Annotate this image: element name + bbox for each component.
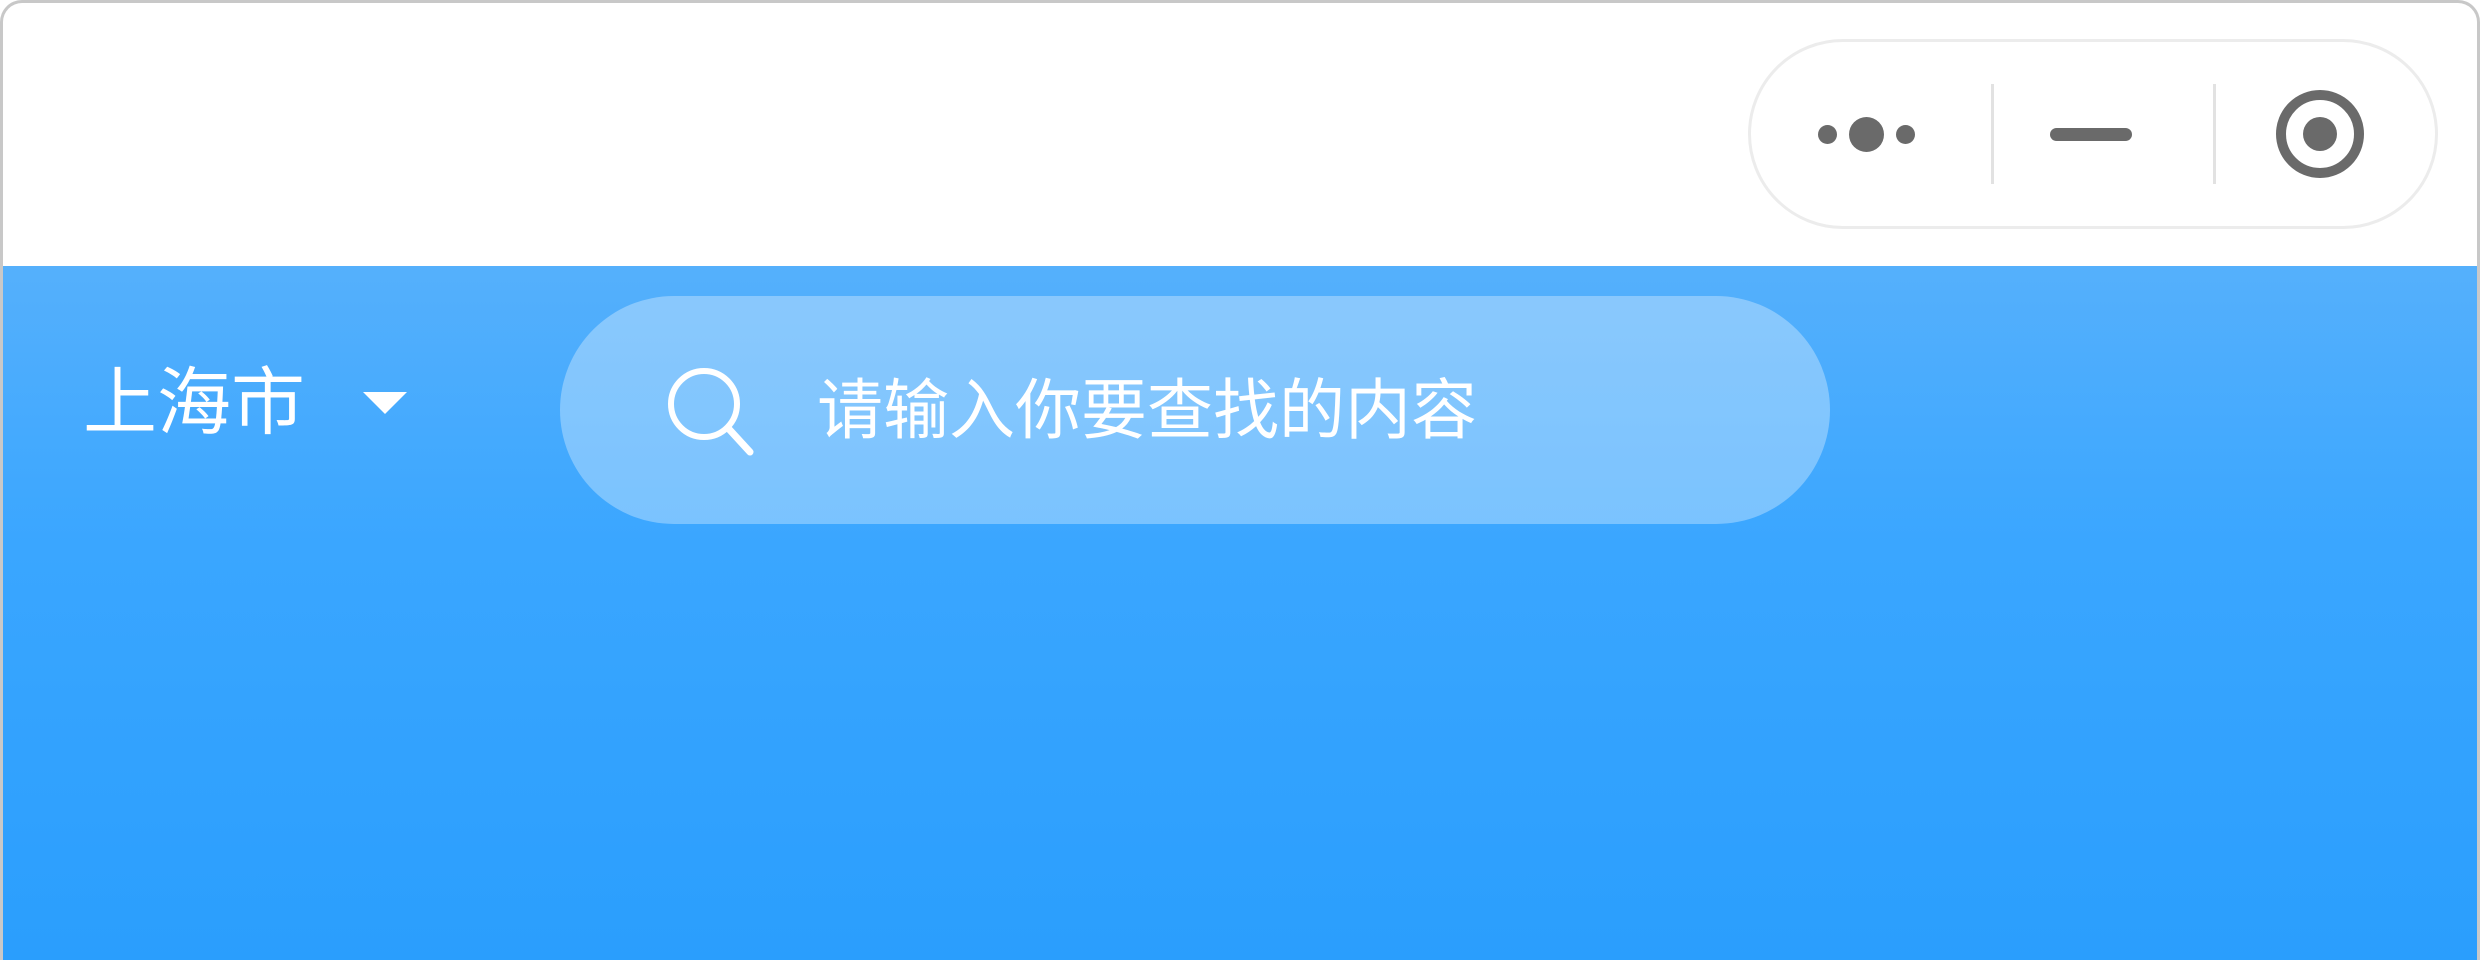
search-icon [655, 355, 765, 465]
more-icon [1817, 116, 1915, 152]
city-label: 上海市 [83, 360, 305, 446]
search-input[interactable] [815, 354, 1719, 466]
search-bar[interactable] [560, 296, 1830, 524]
header-banner: 上海市 [3, 266, 2477, 960]
minimize-icon [2050, 127, 2132, 141]
mini-program-capsule [1748, 39, 2438, 229]
close-target-icon [2275, 90, 2364, 178]
minimize-button[interactable] [1981, 42, 2201, 226]
city-selector[interactable]: 上海市 [83, 358, 407, 448]
app-window: 上海市 [0, 0, 2480, 960]
caret-down-icon [363, 392, 407, 414]
more-button[interactable] [1751, 42, 1981, 226]
close-button[interactable] [2201, 42, 2438, 226]
